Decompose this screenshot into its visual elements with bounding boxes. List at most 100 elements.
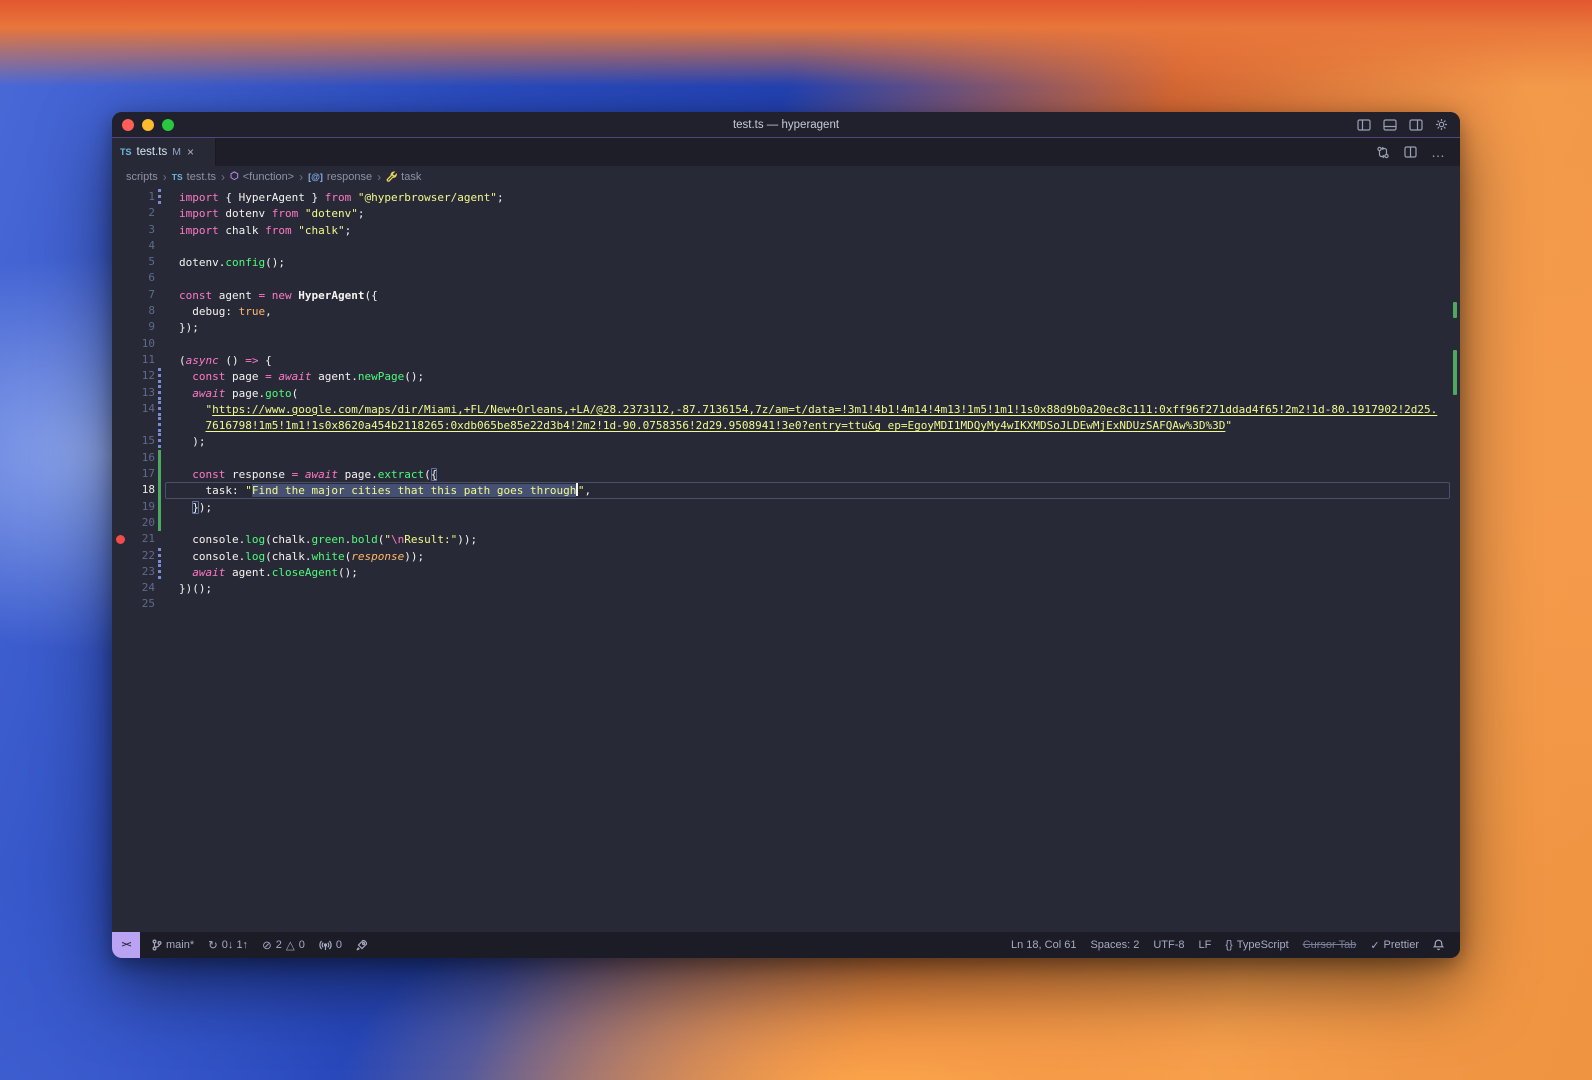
code-line[interactable]: 7616798!1m5!1m1!1s0x8620a454b2118265:0xd… [112, 417, 1460, 434]
line-number[interactable]: 12 [129, 368, 155, 384]
glyph-margin[interactable] [112, 548, 129, 564]
breadcrumb-property[interactable]: task [386, 171, 421, 183]
line-number[interactable]: 25 [129, 596, 155, 612]
code-line[interactable]: 25 [112, 596, 1460, 612]
breadcrumb-variable[interactable]: [@] response [308, 171, 372, 183]
close-tab-icon[interactable]: × [187, 145, 194, 159]
line-number[interactable]: 11 [129, 352, 155, 368]
line-number[interactable]: 22 [129, 548, 155, 564]
indentation-item[interactable]: Spaces: 2 [1084, 932, 1145, 958]
code-line[interactable]: 21 console.log(chalk.green.bold("\nResul… [112, 531, 1460, 547]
toggle-panel-icon[interactable] [1383, 118, 1397, 131]
cursor-position-item[interactable]: Ln 18, Col 61 [1005, 932, 1082, 958]
breakpoint-dot[interactable] [116, 534, 125, 544]
line-number[interactable] [129, 417, 155, 433]
code-line[interactable]: 17 const response = await page.extract({ [112, 466, 1460, 483]
line-number[interactable]: 1 [129, 189, 155, 205]
ports-item[interactable]: 0 [313, 932, 348, 958]
glyph-margin[interactable] [112, 401, 129, 417]
glyph-margin[interactable] [112, 385, 129, 401]
line-number[interactable]: 15 [129, 433, 155, 449]
line-number[interactable]: 6 [129, 270, 155, 286]
encoding-item[interactable]: UTF-8 [1147, 932, 1190, 958]
cursor-tab-item[interactable]: Cursor Tab [1297, 932, 1363, 958]
glyph-margin[interactable] [112, 352, 129, 368]
code-line[interactable]: 5 dotenv.config(); [112, 254, 1460, 270]
prettier-item[interactable]: ✓ Prettier [1364, 932, 1425, 958]
eol-item[interactable]: LF [1193, 932, 1218, 958]
rocket-item[interactable] [350, 932, 374, 958]
line-number[interactable]: 9 [129, 319, 155, 335]
code-line[interactable]: 19 }); [112, 498, 1460, 515]
glyph-margin[interactable] [112, 580, 129, 596]
line-number[interactable]: 5 [129, 254, 155, 270]
line-number[interactable]: 17 [129, 466, 155, 482]
code-line[interactable]: 22 console.log(chalk.white(response)); [112, 547, 1460, 564]
glyph-margin[interactable] [112, 466, 129, 482]
line-number[interactable]: 4 [129, 238, 155, 254]
line-number[interactable]: 14 [129, 401, 155, 417]
glyph-margin[interactable] [112, 596, 129, 612]
line-number[interactable]: 19 [129, 499, 155, 515]
glyph-margin[interactable] [112, 336, 129, 352]
glyph-margin[interactable] [112, 482, 129, 498]
line-number[interactable]: 3 [129, 222, 155, 238]
code-line[interactable]: 1 import { HyperAgent } from "@hyperbrows… [112, 189, 1460, 206]
zoom-window-button[interactable] [162, 118, 174, 131]
glyph-margin[interactable] [112, 368, 129, 384]
line-number[interactable]: 20 [129, 515, 155, 531]
toggle-primary-sidebar-icon[interactable] [1357, 118, 1371, 131]
open-changes-icon[interactable] [1376, 146, 1390, 159]
sync-changes-item[interactable]: ↻ 0↓ 1↑ [202, 932, 254, 958]
glyph-margin[interactable] [112, 319, 129, 335]
code-line[interactable]: 24})(); [112, 580, 1460, 596]
line-number[interactable]: 21 [129, 531, 155, 547]
code-line[interactable]: 20 [112, 514, 1460, 532]
glyph-margin[interactable] [112, 531, 129, 547]
code-line[interactable]: 11 (async () => { [112, 352, 1460, 368]
breadcrumb-file[interactable]: TS test.ts [172, 171, 216, 183]
breadcrumb-function[interactable]: ⬡ <function> [230, 171, 294, 183]
code-line[interactable]: 2 import dotenv from "dotenv"; [112, 205, 1460, 221]
glyph-margin[interactable] [112, 205, 129, 221]
line-number[interactable]: 8 [129, 303, 155, 319]
glyph-margin[interactable] [112, 222, 129, 238]
code-line[interactable]: 23 await agent.closeAgent(); [112, 563, 1460, 581]
notifications-item[interactable] [1427, 932, 1450, 958]
code-line[interactable]: 9}); [112, 319, 1460, 335]
minimize-window-button[interactable] [142, 118, 154, 131]
code-line[interactable]: 12 const page = await agent.newPage(); [112, 368, 1460, 385]
glyph-margin[interactable] [112, 287, 129, 303]
code-line[interactable]: 4 [112, 238, 1460, 254]
close-window-button[interactable] [122, 118, 134, 131]
glyph-margin[interactable] [112, 564, 129, 580]
line-number[interactable]: 10 [129, 336, 155, 352]
code-line[interactable]: 10 [112, 336, 1460, 352]
line-number[interactable]: 2 [129, 205, 155, 221]
tab-test-ts[interactable]: TS test.ts M × [112, 138, 216, 166]
code-line[interactable]: 14 "https://www.google.com/maps/dir/Miam… [112, 400, 1460, 418]
glyph-margin[interactable] [112, 450, 129, 466]
glyph-margin[interactable] [112, 270, 129, 286]
glyph-margin[interactable] [112, 417, 129, 433]
line-number[interactable]: 13 [129, 385, 155, 401]
code-line[interactable]: 6 [112, 270, 1460, 286]
glyph-margin[interactable] [112, 499, 129, 515]
line-number[interactable]: 24 [129, 580, 155, 596]
code-line[interactable]: 16 [112, 449, 1460, 467]
glyph-margin[interactable] [112, 238, 129, 254]
code-editor[interactable]: 1 import { HyperAgent } from "@hyperbrows… [112, 187, 1460, 932]
problems-item[interactable]: ⊘ 2 △ 0 [256, 932, 311, 958]
glyph-margin[interactable] [112, 433, 129, 449]
glyph-margin[interactable] [112, 303, 129, 319]
line-number[interactable]: 7 [129, 287, 155, 303]
glyph-margin[interactable] [112, 189, 129, 205]
breadcrumb-folder[interactable]: scripts [126, 171, 158, 183]
remote-indicator[interactable]: >< [112, 932, 140, 958]
glyph-margin[interactable] [112, 515, 129, 531]
code-line[interactable]: 7 const agent = new HyperAgent({ [112, 287, 1460, 303]
customize-layout-icon[interactable] [1435, 118, 1448, 131]
line-number[interactable]: 18 [129, 482, 155, 498]
code-line[interactable]: 8 debug: true, [112, 303, 1460, 319]
code-line[interactable]: 15 ); [112, 433, 1460, 450]
